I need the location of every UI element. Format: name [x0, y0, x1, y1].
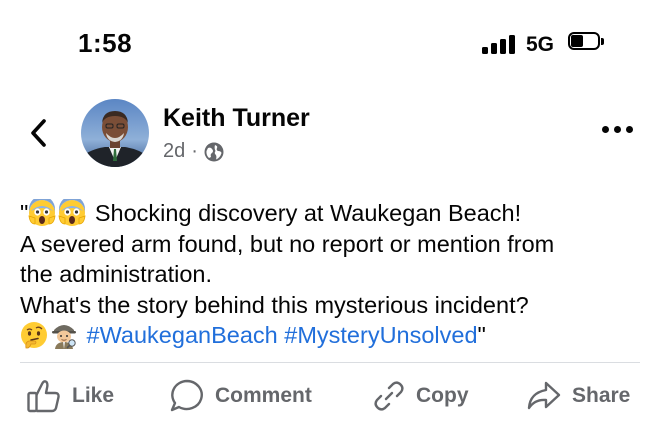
more-options-button[interactable]	[602, 126, 634, 136]
network-type: 5G	[526, 33, 555, 56]
post-line: What's the story behind this mysterious …	[20, 291, 529, 318]
author-name[interactable]: Keith Turner	[163, 104, 310, 133]
globe-icon	[204, 142, 224, 161]
post-age: 2d	[163, 140, 186, 162]
hashtag-link[interactable]: #WaukeganBeach	[87, 322, 278, 348]
back-button[interactable]	[26, 118, 52, 148]
like-label: Like	[72, 384, 115, 407]
post-text: " Shocking discovery at Waukegan Beach! …	[20, 198, 645, 351]
post-meta: 2d ·	[163, 140, 224, 163]
divider	[20, 362, 640, 363]
status-time: 1:58	[78, 28, 133, 58]
meta-separator: ·	[191, 140, 198, 162]
post-line: the administration.	[20, 261, 213, 287]
like-button[interactable]: Like	[26, 372, 114, 420]
post-line: " Shocking discovery at Waukegan Beach!	[20, 198, 645, 229]
battery-icon	[568, 32, 606, 52]
hashtag-link[interactable]: #MysteryUnsolved	[284, 322, 477, 348]
comment-bubble-icon	[170, 379, 203, 412]
share-arrow-icon	[527, 381, 561, 410]
chevron-left-icon	[31, 119, 46, 147]
comment-label: Comment	[215, 384, 312, 407]
copy-button[interactable]: Copy	[372, 372, 469, 420]
thumbs-up-icon	[27, 380, 60, 413]
detective-emoji	[52, 325, 76, 349]
comment-button[interactable]: Comment	[169, 372, 312, 420]
cellular-signal-icon	[482, 34, 520, 54]
copy-label: Copy	[416, 384, 469, 407]
thinking-face-emoji	[21, 322, 47, 349]
share-label: Share	[572, 384, 631, 407]
link-icon	[374, 381, 404, 411]
screaming-face-emoji	[58, 199, 86, 226]
avatar[interactable]	[81, 99, 149, 167]
post-action-bar: Like Comment Copy Share	[0, 372, 660, 420]
share-button[interactable]: Share	[526, 372, 630, 420]
post-line: #WaukeganBeach #MysteryUnsolved"	[20, 320, 645, 351]
post-line: A severed arm found, but no report or me…	[20, 230, 555, 257]
screaming-face-emoji	[28, 199, 56, 226]
